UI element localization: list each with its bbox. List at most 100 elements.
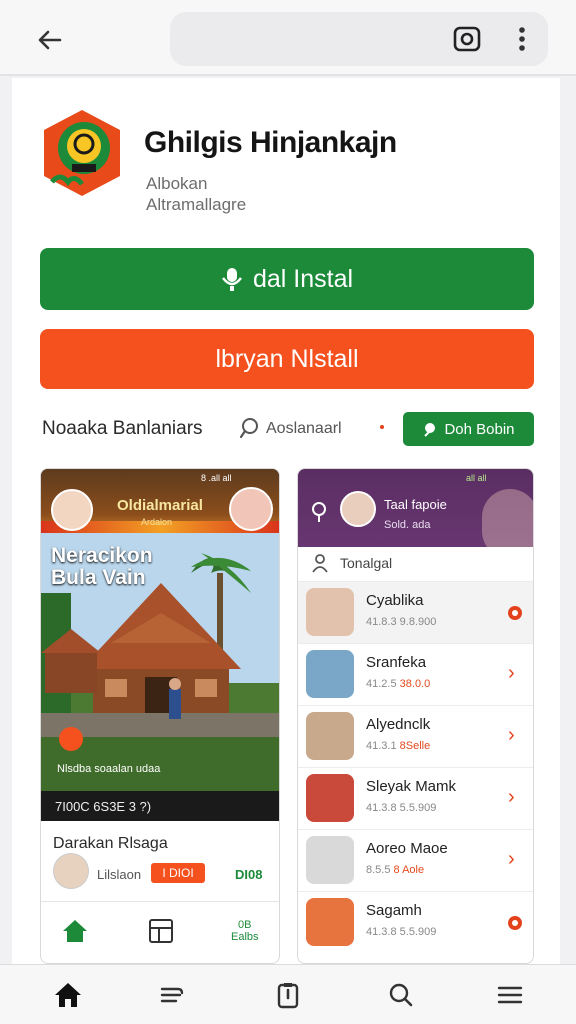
- author-avatar: [53, 853, 89, 889]
- subheader-label: Tonalgal: [340, 555, 393, 571]
- status-bar: all all: [466, 473, 487, 483]
- more-options-button[interactable]: [508, 22, 536, 56]
- search-icon[interactable]: [238, 416, 262, 440]
- avatar: [306, 650, 354, 698]
- list-item-name: Aoreo Maoe: [366, 840, 448, 857]
- chevron-right-icon: ›: [508, 848, 515, 870]
- list-item[interactable]: Aoreo Maoe 8.5.5 8 Aole ›: [298, 829, 533, 891]
- uninstall-label: lbryan Nlstall: [215, 344, 359, 373]
- uninstall-button[interactable]: lbryan Nlstall: [40, 329, 534, 389]
- list-item[interactable]: Cyablika 41.8.3 9.8.900: [298, 581, 533, 643]
- avatar: [306, 712, 354, 760]
- clipboard-icon: [277, 983, 299, 1009]
- address-bar[interactable]: [170, 12, 548, 66]
- status-dot-icon: [508, 916, 522, 930]
- card-footer-label[interactable]: 0B Ealbs: [231, 919, 259, 943]
- user-icon: [312, 554, 328, 573]
- avatar: [306, 588, 354, 636]
- meta-accent: 38.0.0: [399, 678, 431, 690]
- avatar: [51, 489, 93, 531]
- app-category: Altramallagre: [146, 195, 247, 214]
- author-label: Lilslaon: [97, 867, 142, 882]
- camera-icon: [453, 26, 481, 52]
- list-item-name: Sleyak Mamk: [366, 778, 457, 795]
- nav-menu[interactable]: [494, 979, 526, 1011]
- list-item-meta: 41.3.1 8Selle: [366, 740, 430, 752]
- meta-value: 8.5.5: [366, 864, 391, 876]
- status-bar: 8 .all all: [201, 473, 232, 483]
- play-badge-icon: [59, 727, 83, 751]
- feed-icon: [160, 987, 184, 1003]
- list-item[interactable]: Sagamh 41.3.8 5.5.909: [298, 891, 533, 953]
- bottom-navigation: [0, 964, 576, 1024]
- card-footer-label-line-1: 0B: [238, 919, 252, 931]
- secondary-action-label: Doh Bobin: [444, 420, 515, 438]
- meta-value: 41.2.5: [366, 678, 397, 690]
- nav-search[interactable]: [384, 979, 416, 1011]
- list-item-name: Sranfeka: [366, 654, 427, 671]
- chevron-right-icon: ›: [508, 724, 515, 746]
- hero-strip-text: Nlsdba soaalan udaa: [57, 763, 161, 775]
- meta-accent: 8 Aole: [393, 864, 425, 876]
- list-item-meta: 41.3.8 5.5.909: [366, 802, 437, 814]
- home-icon: [55, 983, 81, 1007]
- section-title: Darakan Rlsaga: [53, 835, 168, 852]
- list-item-name: Alyednclk: [366, 716, 431, 733]
- list-item[interactable]: Sleyak Mamk 41.3.8 5.5.909 ›: [298, 767, 533, 829]
- list-item-meta: 41.3.8 5.5.909: [366, 926, 437, 938]
- card-footer-label-line-2: Ealbs: [231, 931, 259, 943]
- header-name: Taal fapoie: [384, 497, 447, 512]
- nav-clipboard[interactable]: [272, 979, 304, 1011]
- screenshot-card-right[interactable]: all all Taal fapoie Sold. ada Tonalgal C…: [297, 468, 534, 964]
- meta-accent: 8Selle: [399, 740, 431, 752]
- hamburger-icon: [497, 986, 523, 1004]
- hero-title: Oldialmarial: [117, 497, 203, 514]
- mic-icon: [222, 268, 242, 291]
- subheader: [298, 547, 533, 581]
- back-button[interactable]: [30, 20, 70, 60]
- avatar: [306, 898, 354, 946]
- search-link[interactable]: Aoslanaarl: [266, 420, 342, 438]
- location-pin-icon: [312, 502, 326, 522]
- hero-image: 8 .all all Oldialmarial Ardalon Neraciko…: [41, 469, 279, 821]
- list-item-meta: 8.5.5 8 Aole: [366, 864, 424, 876]
- avatar: [340, 491, 376, 527]
- list-item[interactable]: Alyednclk 41.3.1 8Selle ›: [298, 705, 533, 767]
- list-item-meta: 41.8.3 9.8.900: [366, 616, 437, 628]
- section-label: Noaaka Banlaniars: [42, 418, 203, 439]
- list-item-meta: 41.2.5 38.0.0: [366, 678, 430, 690]
- arrow-left-icon: [38, 30, 62, 50]
- caption-line-1: Neracikon: [51, 544, 153, 567]
- home-icon[interactable]: [61, 917, 89, 945]
- hero-footer-text: 7I00C 6S3E 3 ?): [55, 799, 152, 814]
- layout-icon[interactable]: [147, 917, 175, 945]
- list-item[interactable]: Sranfeka 41.2.5 38.0.0 ›: [298, 643, 533, 705]
- app-title: Ghilgis Hinjankajn: [144, 126, 397, 159]
- screenshot-card-left[interactable]: 8 .all all Oldialmarial Ardalon Neraciko…: [40, 468, 280, 964]
- list-item-name: Sagamh: [366, 902, 422, 919]
- camera-button[interactable]: [450, 22, 484, 56]
- meta-value: 41.3.1: [366, 740, 397, 752]
- avatar: [229, 487, 273, 531]
- green-label: DI08: [235, 867, 263, 882]
- app-detail-page: Ghilgis Hinjankajn Albokan Altramallagre…: [12, 78, 560, 964]
- secondary-action-button[interactable]: Doh Bobin: [403, 412, 534, 446]
- hero-caption: Neracikon Bula Vain: [51, 545, 153, 589]
- install-button[interactable]: dal Instal: [40, 248, 534, 310]
- install-label: dal Instal: [252, 264, 354, 293]
- app-developer: Albokan: [146, 174, 208, 193]
- chevron-right-icon: ›: [508, 662, 515, 684]
- header-meta: Sold. ada: [384, 519, 431, 531]
- list-item-name: Cyablika: [366, 592, 424, 609]
- caption-line-2: Bula Vain: [51, 566, 146, 589]
- nav-home[interactable]: [52, 979, 84, 1011]
- hero-subtitle: Ardalon: [141, 517, 173, 527]
- app-logo-icon: [44, 110, 120, 196]
- separator-dot: [380, 425, 384, 429]
- more-vertical-icon: [519, 27, 525, 51]
- orange-tag[interactable]: I DIOI: [151, 863, 205, 883]
- leaf-icon: [424, 423, 436, 437]
- browser-toolbar: [0, 0, 576, 76]
- nav-feed[interactable]: [156, 979, 188, 1011]
- chevron-right-icon: ›: [508, 786, 515, 808]
